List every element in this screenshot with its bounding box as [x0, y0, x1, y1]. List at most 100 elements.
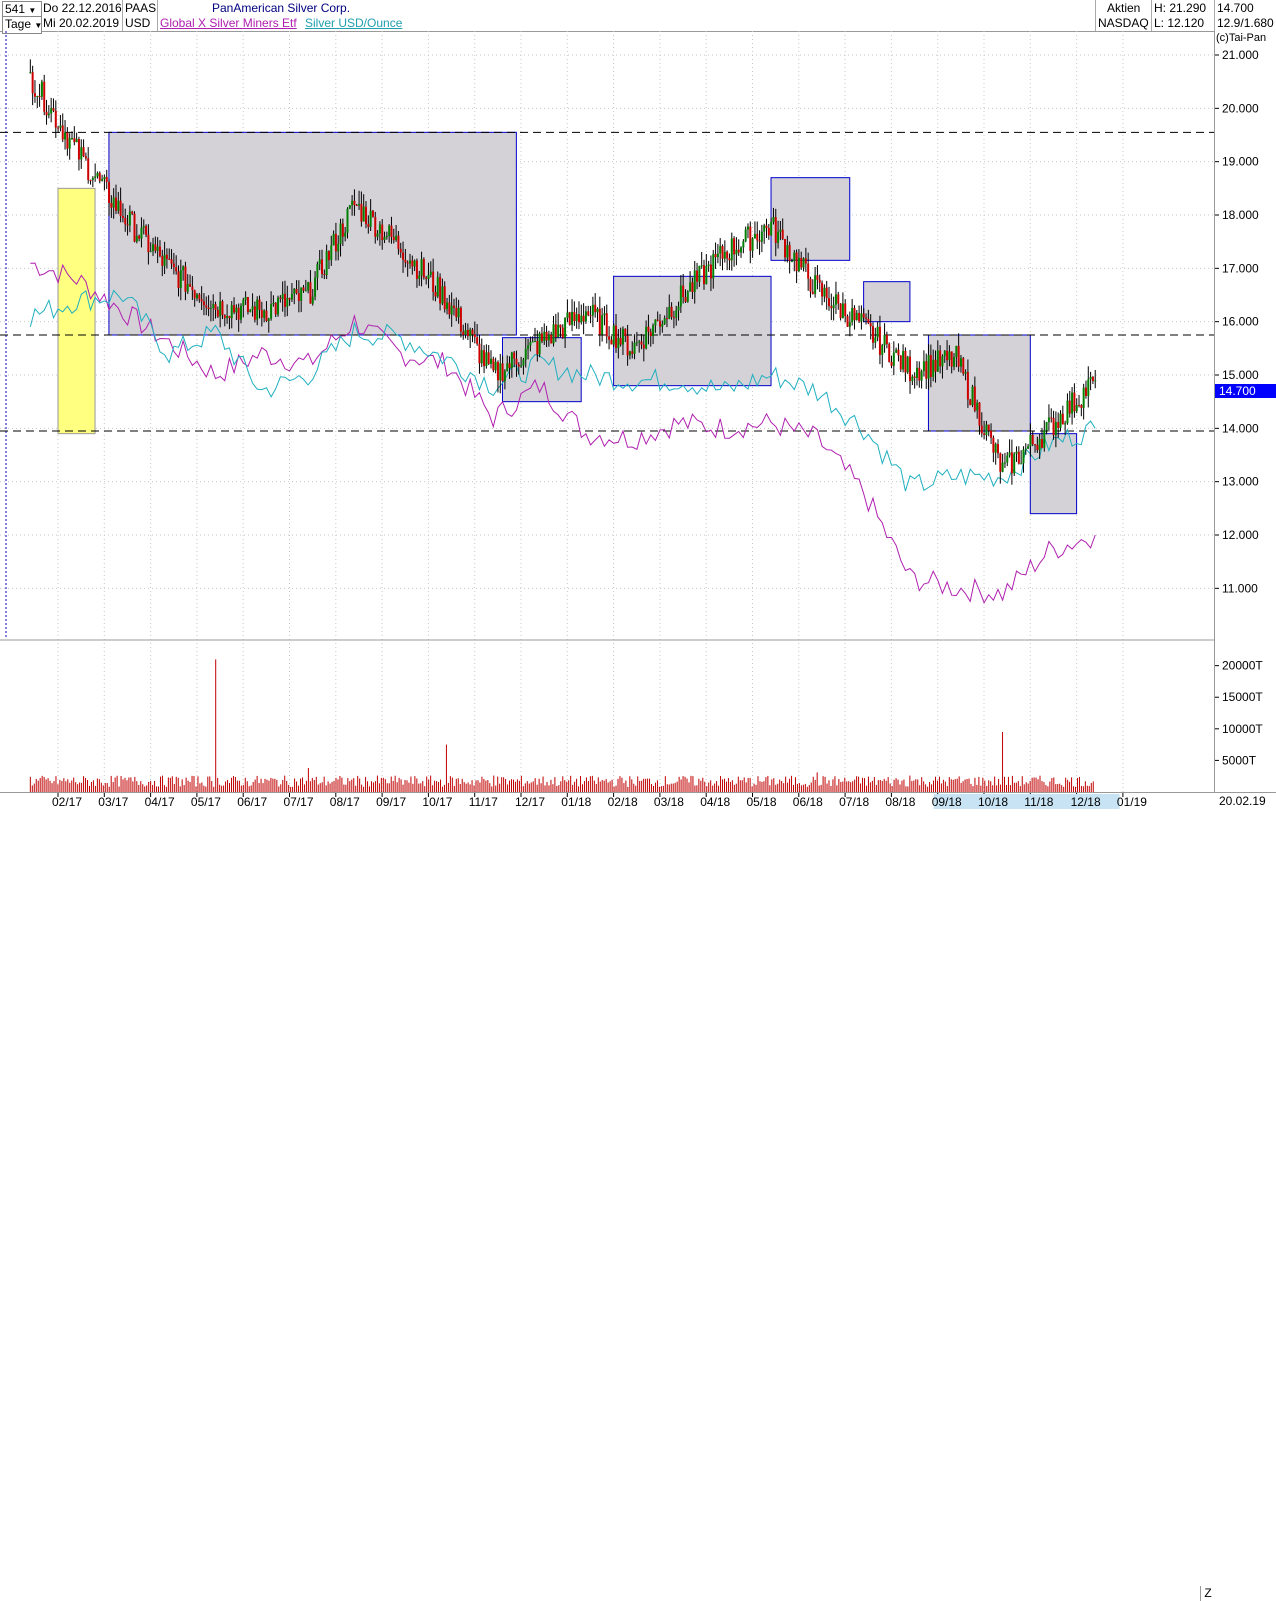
- candle-body: [890, 361, 893, 366]
- candle-body: [205, 305, 208, 308]
- candle-body: [1008, 452, 1011, 456]
- candle-body: [686, 291, 689, 302]
- candle-body: [429, 271, 432, 275]
- candle-body: [1024, 448, 1027, 450]
- chart-plot-area[interactable]: [0, 31, 1215, 792]
- candle-body: [957, 345, 960, 367]
- candle-body: [47, 113, 50, 116]
- candle-body: [334, 233, 337, 252]
- candle-body: [862, 313, 865, 318]
- candle-body: [897, 349, 900, 356]
- candle-body: [163, 254, 166, 266]
- candle-body: [94, 176, 97, 179]
- candle-body: [837, 294, 840, 304]
- candle-body: [517, 364, 520, 367]
- exchange: NASDAQ: [1098, 16, 1149, 30]
- candle-body: [314, 277, 317, 297]
- candle-body: [642, 344, 645, 349]
- compare-etf-label[interactable]: Global X Silver Miners Etf: [160, 16, 297, 30]
- candle-body: [302, 287, 305, 291]
- candle-body: [321, 259, 324, 275]
- candle-body: [598, 308, 601, 335]
- candle-body: [721, 246, 724, 259]
- candle-body: [105, 176, 108, 183]
- candle-body: [793, 252, 796, 261]
- candle-body: [68, 138, 71, 149]
- candle-body: [128, 211, 131, 226]
- candle-body: [411, 260, 414, 267]
- candle-body: [1082, 387, 1085, 408]
- candle-body: [809, 278, 812, 292]
- candle-body: [355, 205, 358, 207]
- candle-body: [728, 258, 731, 261]
- start-date[interactable]: Do 22.12.2016: [43, 1, 122, 15]
- candle-body: [580, 315, 583, 323]
- candle-body: [1022, 449, 1025, 464]
- candle-body: [80, 147, 83, 160]
- candle-body: [577, 314, 580, 323]
- candle-body: [179, 270, 182, 288]
- candle-body: [867, 318, 870, 324]
- candle-body: [520, 365, 523, 367]
- candle-body: [596, 308, 599, 313]
- candle-body: [860, 313, 863, 322]
- candle-body: [98, 172, 101, 181]
- candle-body: [381, 224, 384, 241]
- candle-body: [767, 227, 770, 236]
- end-date[interactable]: Mi 20.02.2019: [43, 16, 119, 30]
- candle-body: [591, 304, 594, 316]
- candle-body: [202, 301, 205, 306]
- candle-body: [279, 297, 282, 299]
- candle-body: [605, 313, 608, 337]
- candle-body: [594, 304, 597, 313]
- candle-body: [1057, 422, 1060, 428]
- candle-body: [439, 277, 442, 304]
- candle-body: [858, 312, 861, 322]
- candle-body: [1027, 446, 1030, 449]
- candle-body: [547, 334, 550, 341]
- candle-body: [756, 233, 759, 241]
- candle-body: [772, 217, 775, 222]
- candle-body: [934, 359, 937, 372]
- candle-body: [584, 311, 587, 322]
- candle-body: [1089, 376, 1092, 380]
- candle-body: [1050, 417, 1053, 419]
- candle-body: [351, 200, 354, 206]
- candle-body: [258, 299, 261, 310]
- candle-body: [1052, 417, 1055, 436]
- candle-body: [177, 271, 180, 288]
- range-value: 12.9/1.680: [1217, 16, 1274, 30]
- candle-body: [230, 305, 233, 319]
- candle-body: [615, 325, 618, 348]
- candle-body: [341, 223, 344, 237]
- candle-body: [892, 352, 895, 366]
- candle-body: [797, 257, 800, 272]
- symbol: PAAS: [125, 1, 157, 15]
- candle-body: [383, 237, 386, 241]
- candle-body: [883, 334, 886, 346]
- zoom-corner-button[interactable]: Z: [1200, 1586, 1215, 1601]
- candle-body: [557, 324, 560, 338]
- candle-body: [77, 139, 80, 160]
- candle-body: [281, 293, 284, 299]
- time-tick-label: 01/19: [1117, 795, 1147, 809]
- candle-body: [573, 311, 576, 322]
- currency: USD: [125, 16, 151, 30]
- candle-body: [939, 350, 942, 367]
- candle-body: [716, 253, 719, 258]
- candle-body: [165, 254, 168, 259]
- candle-body: [1080, 404, 1083, 408]
- compare-silver-label[interactable]: Silver USD/Ounce: [305, 16, 402, 30]
- time-tick-label: 04/17: [145, 795, 175, 809]
- candle-body: [802, 258, 805, 268]
- candle-body: [415, 260, 418, 279]
- candle-body: [71, 138, 73, 140]
- candle-body: [196, 294, 199, 299]
- last-price-tag: 14.700: [1215, 384, 1276, 398]
- candle-body: [878, 326, 881, 355]
- candle-body: [84, 156, 87, 159]
- candle-body: [1087, 379, 1090, 396]
- candle-body: [323, 274, 326, 276]
- candle-body: [33, 93, 36, 97]
- candle-body: [723, 251, 726, 259]
